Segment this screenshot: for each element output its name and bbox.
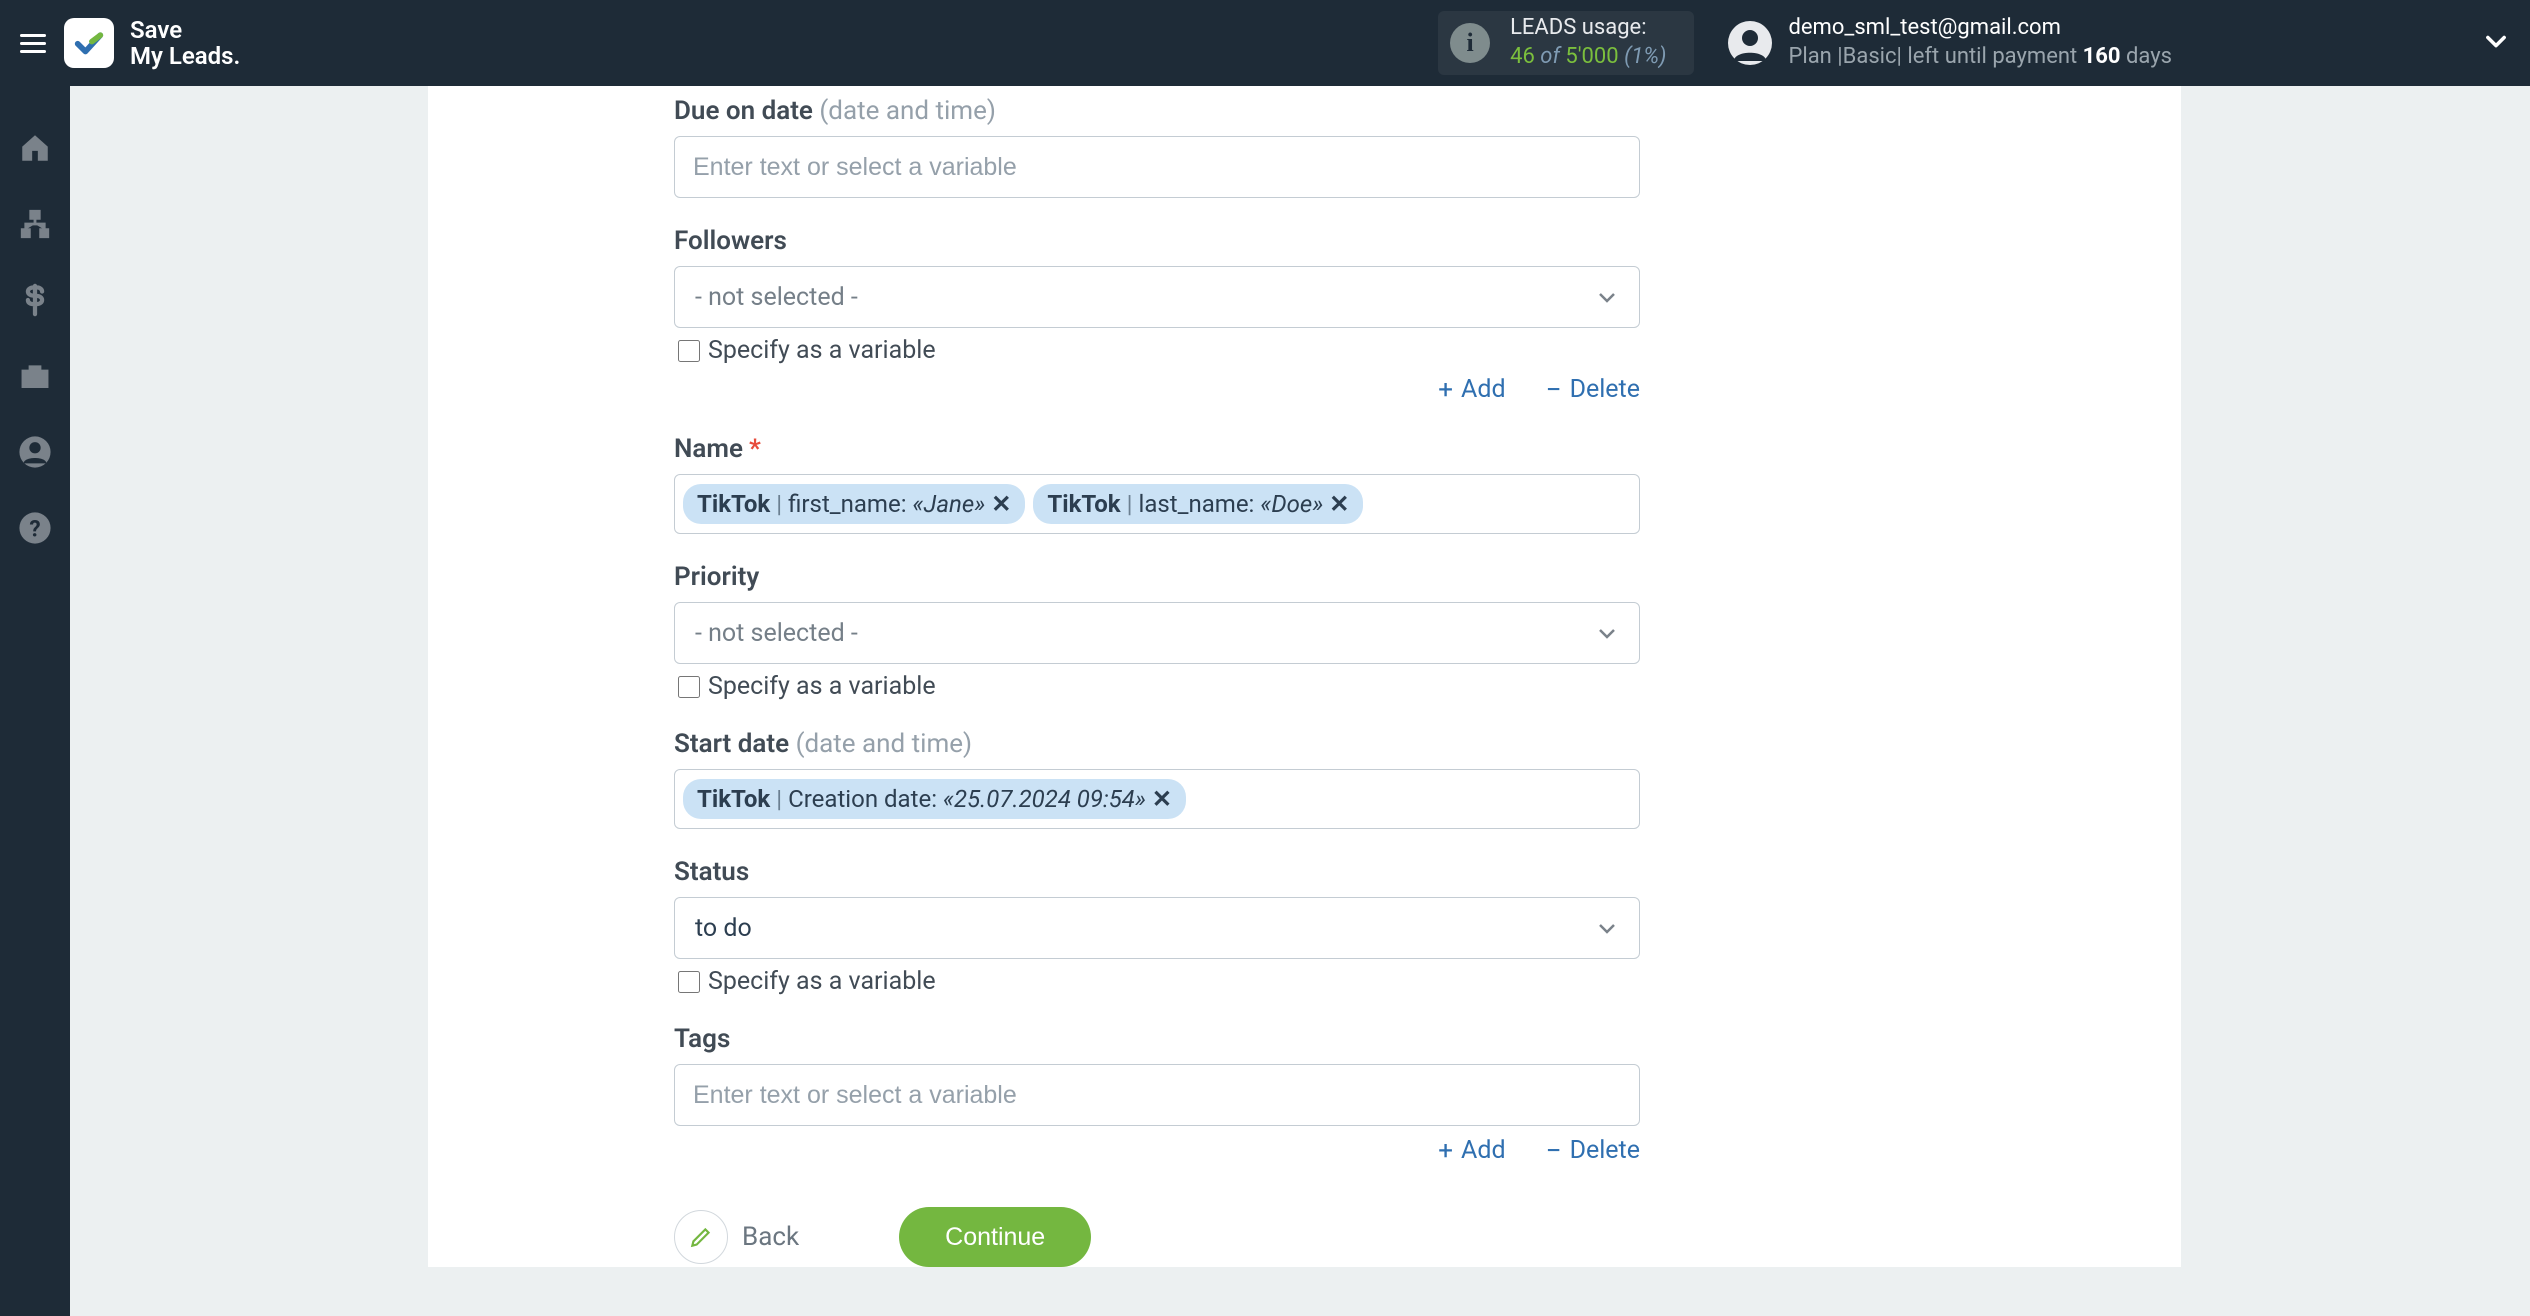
name-chip-first[interactable]: TikTok| first_name: «Jane» ✕ (683, 484, 1025, 524)
dollar-icon (18, 283, 52, 317)
field-due-date: Due on date (date and time) (674, 96, 1640, 198)
status-as-variable[interactable]: Specify as a variable (674, 967, 1640, 996)
user-circle-icon (18, 435, 52, 469)
field-priority: Priority - not selected - Specify as a v… (674, 562, 1640, 701)
nav-billing[interactable] (13, 278, 57, 322)
remove-chip-icon[interactable]: ✕ (991, 490, 1011, 518)
svg-text:?: ? (29, 516, 40, 543)
usage-values: 46 of 5'000 (1%) (1510, 43, 1666, 72)
due-hint: (date and time) (819, 96, 996, 126)
user-email: demo_sml_test@gmail.com (1788, 14, 2172, 43)
start-chip[interactable]: TikTok| Creation date: «25.07.2024 09:54… (683, 779, 1186, 819)
status-value: to do (695, 914, 752, 943)
tags-input[interactable] (674, 1064, 1640, 1126)
priority-select[interactable]: - not selected - (674, 602, 1640, 664)
back-button[interactable]: Back (674, 1210, 799, 1264)
tags-add[interactable]: Add (1438, 1134, 1505, 1167)
field-name: Name* TikTok| first_name: «Jane» ✕ TikTo… (674, 434, 1640, 534)
check-icon (72, 26, 106, 60)
sidebar: ? (0, 86, 70, 1316)
name-label: Name (674, 434, 743, 464)
topbar: Save My Leads. i LEADS usage: 46 of 5'00… (0, 0, 2530, 86)
menu-toggle[interactable] (10, 20, 56, 66)
followers-as-variable[interactable]: Specify as a variable (674, 336, 1640, 365)
name-input[interactable]: TikTok| first_name: «Jane» ✕ TikTok| las… (674, 474, 1640, 534)
form-footer: Back Continue (674, 1207, 1640, 1267)
user-block[interactable]: demo_sml_test@gmail.com Plan |Basic| lef… (1728, 14, 2172, 71)
priority-as-variable[interactable]: Specify as a variable (674, 672, 1640, 701)
chevron-down-icon (1595, 916, 1619, 940)
tags-label: Tags (674, 1024, 730, 1054)
chevron-down-icon (1595, 621, 1619, 645)
briefcase-icon (18, 359, 52, 393)
home-icon (18, 131, 52, 165)
header-collapse[interactable] (2482, 27, 2510, 59)
tags-input-field[interactable] (691, 1080, 1623, 1111)
followers-select[interactable]: - not selected - (674, 266, 1640, 328)
question-icon: ? (18, 511, 52, 545)
priority-label: Priority (674, 562, 759, 592)
pencil-icon (688, 1224, 714, 1250)
continue-button[interactable]: Continue (899, 1207, 1091, 1267)
avatar (1728, 21, 1772, 65)
start-hint: (date and time) (796, 729, 973, 759)
leads-usage[interactable]: i LEADS usage: 46 of 5'000 (1%) (1438, 11, 1694, 75)
chevron-down-icon (2482, 27, 2510, 55)
nav-toolbox[interactable] (13, 354, 57, 398)
tags-delete[interactable]: Delete (1546, 1134, 1640, 1167)
followers-delete[interactable]: Delete (1546, 373, 1640, 406)
status-select[interactable]: to do (674, 897, 1640, 959)
nav-connections[interactable] (13, 202, 57, 246)
user-icon (1728, 21, 1772, 65)
status-variable-checkbox[interactable] (678, 971, 700, 993)
form-panel: Due on date (date and time) Followers - … (428, 86, 2181, 1267)
sitemap-icon (18, 207, 52, 241)
back-label: Back (742, 1222, 799, 1252)
nav-help[interactable]: ? (13, 506, 57, 550)
due-label: Due on date (674, 96, 813, 126)
nav-account[interactable] (13, 430, 57, 474)
followers-value: - not selected - (695, 283, 858, 312)
info-icon: i (1450, 23, 1490, 63)
due-input[interactable] (674, 136, 1640, 198)
nav-home[interactable] (13, 126, 57, 170)
priority-variable-checkbox[interactable] (678, 676, 700, 698)
followers-variable-checkbox[interactable] (678, 340, 700, 362)
followers-add[interactable]: Add (1438, 373, 1505, 406)
start-label: Start date (674, 729, 789, 759)
required-mark: * (749, 434, 761, 464)
due-input-field[interactable] (691, 152, 1623, 183)
remove-chip-icon[interactable]: ✕ (1329, 490, 1349, 518)
field-start-date: Start date (date and time) TikTok| Creat… (674, 729, 1640, 829)
field-status: Status to do Specify as a variable (674, 857, 1640, 996)
logo[interactable] (64, 18, 114, 68)
field-tags: Tags Add Delete (674, 1024, 1640, 1167)
chevron-down-icon (1595, 285, 1619, 309)
field-followers: Followers - not selected - Specify as a … (674, 226, 1640, 406)
start-input[interactable]: TikTok| Creation date: «25.07.2024 09:54… (674, 769, 1640, 829)
priority-value: - not selected - (695, 619, 858, 648)
status-label: Status (674, 857, 749, 887)
name-chip-last[interactable]: TikTok| last_name: «Doe» ✕ (1033, 484, 1363, 524)
usage-title: LEADS usage: (1510, 14, 1666, 43)
user-plan: Plan |Basic| left until payment 160 days (1788, 43, 2172, 72)
brand-name: Save My Leads. (130, 17, 240, 70)
remove-chip-icon[interactable]: ✕ (1152, 785, 1172, 813)
followers-label: Followers (674, 226, 787, 256)
